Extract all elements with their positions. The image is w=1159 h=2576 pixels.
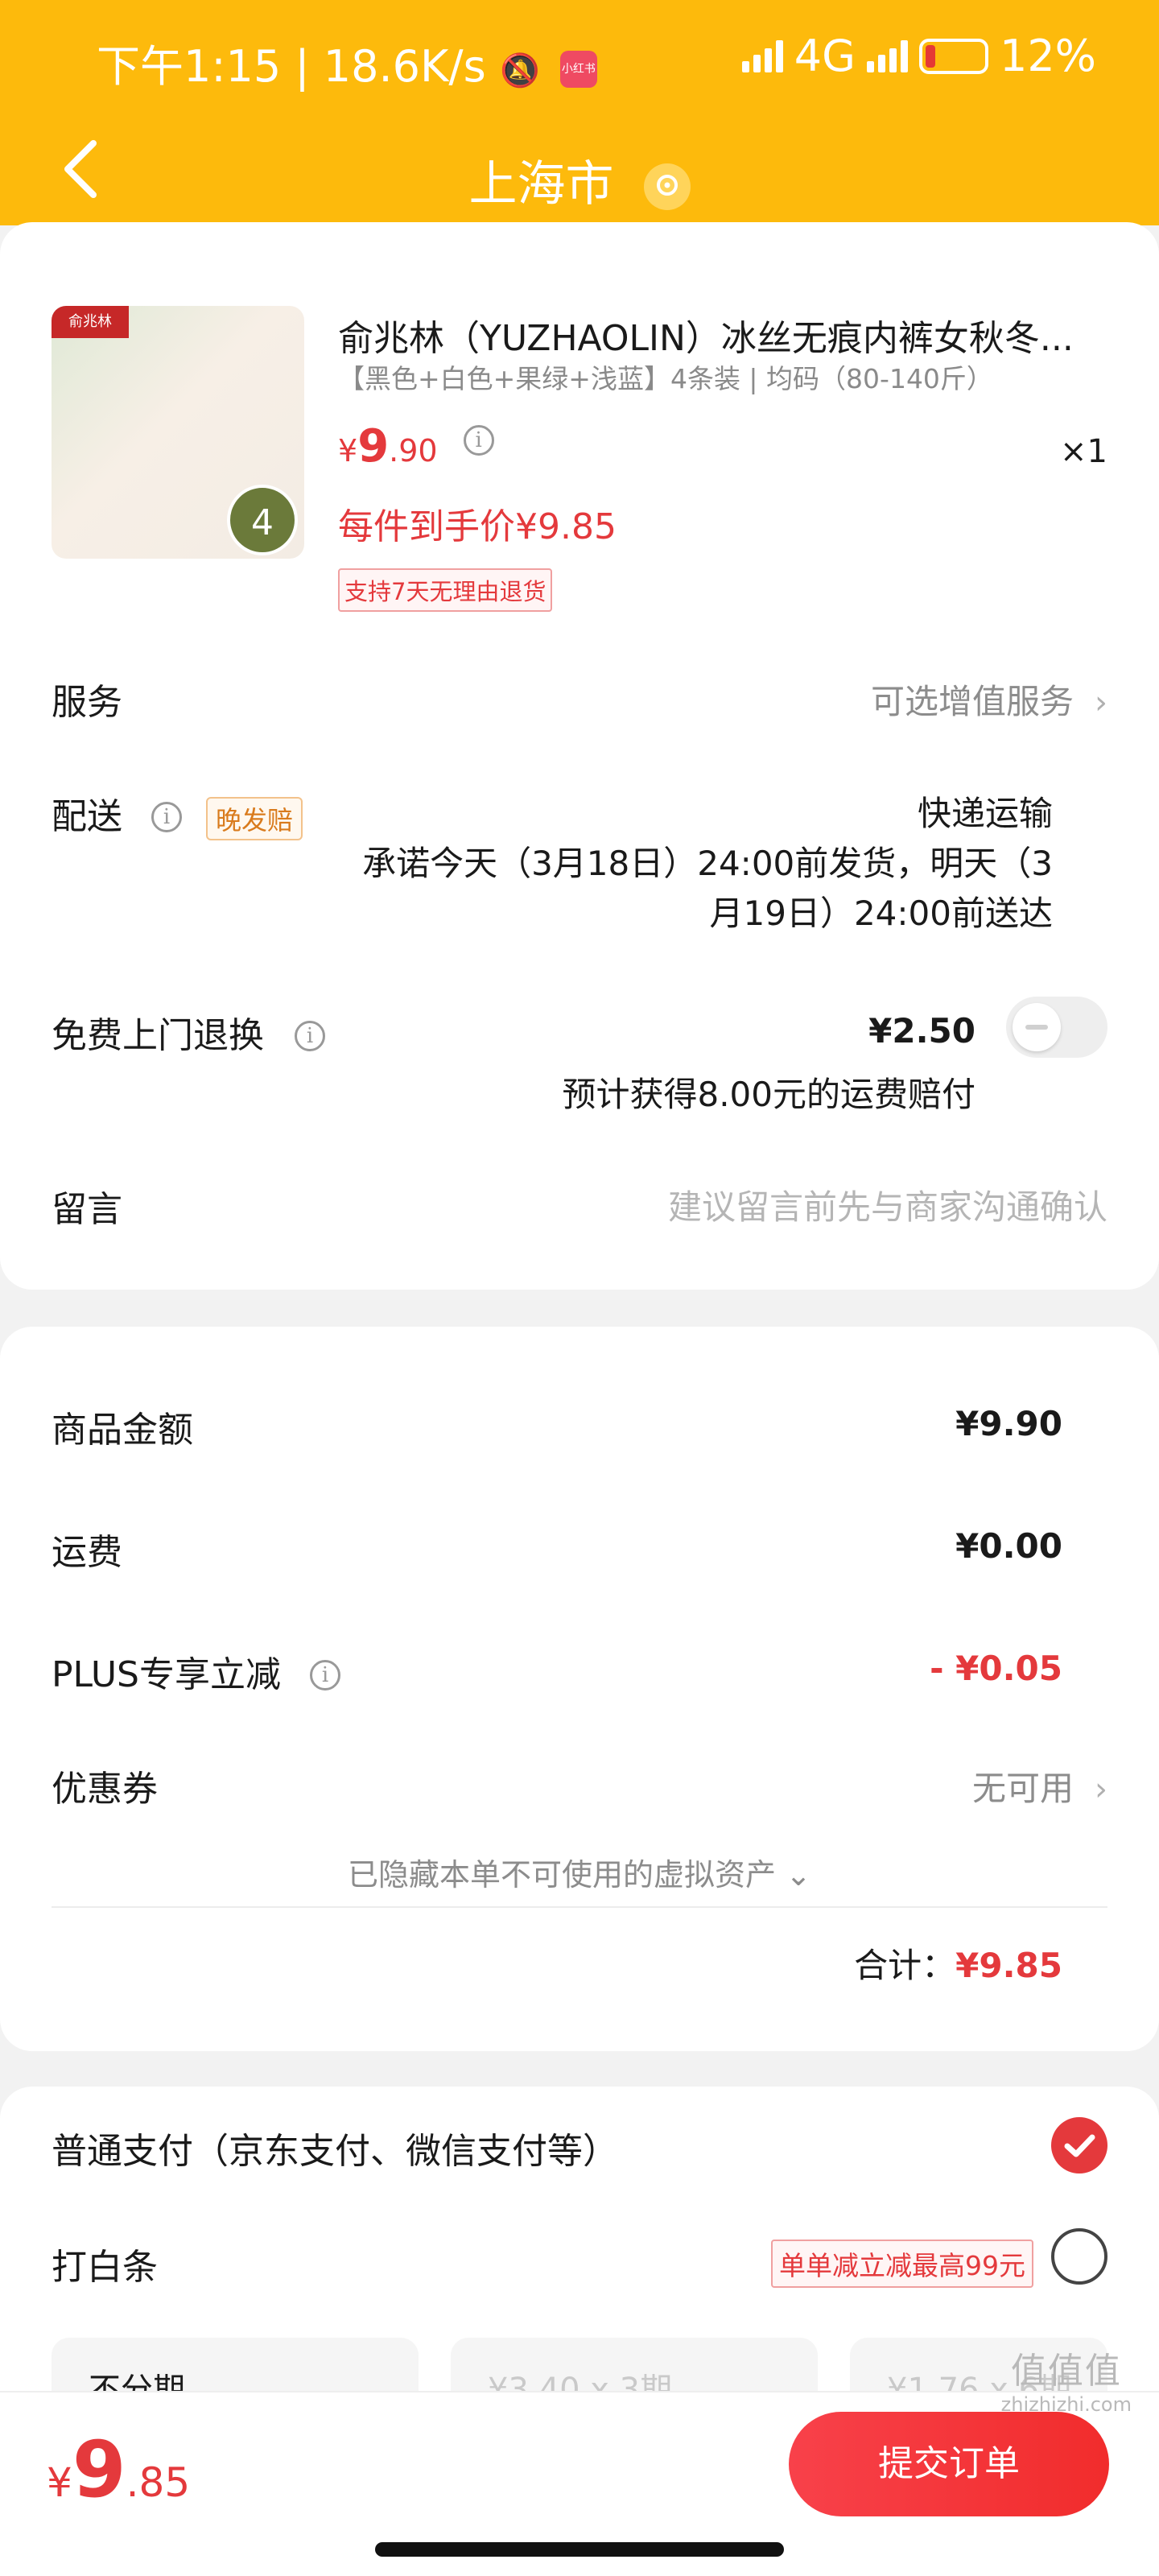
order-item-card: 俞兆林 4 俞兆林（YUZHAOLIN）冰丝无痕内裤女秋冬... 【黑色+白色+… xyxy=(0,222,1159,1290)
shipping-value: ¥0.00 xyxy=(955,1526,1062,1566)
bottom-total-price: ¥9.85 xyxy=(47,2425,190,2515)
price-symbol: ¥ xyxy=(338,433,358,469)
bottom-price-integer: 9 xyxy=(72,2425,126,2515)
location-icon xyxy=(643,163,691,211)
pack-count-badge: 4 xyxy=(227,485,298,555)
battery-icon xyxy=(918,38,988,74)
normal-payment-label[interactable]: 普通支付（京东支付、微信支付等） xyxy=(52,2122,618,2174)
service-selector[interactable]: 可选增值服务 › xyxy=(871,675,1107,724)
coupon-value: 无可用 xyxy=(971,1769,1074,1808)
watermark-url: zhizhizhi.com xyxy=(1000,2392,1132,2416)
baitiao-label[interactable]: 打白条 xyxy=(52,2238,158,2289)
return-service-note: 预计获得8.00元的运费赔付 xyxy=(562,1075,975,1114)
delivery-promise-line1: 承诺今天（3月18日）24:00前发货，明天（3 xyxy=(362,844,1053,883)
delivery-details[interactable]: 快递运输 承诺今天（3月18日）24:00前发货，明天（3 月19日）24:00… xyxy=(362,789,1053,939)
return-service-price: ¥2.50 xyxy=(868,1011,975,1051)
total-value: ¥9.85 xyxy=(955,1946,1062,1985)
hidden-assets-toggle[interactable]: 已隐藏本单不可使用的虚拟资产 ⌄ xyxy=(0,1850,1159,1894)
cell-signal-icon xyxy=(866,39,908,72)
product-image[interactable]: 俞兆林 4 xyxy=(52,306,304,559)
plus-discount-label: PLUS专享立减 xyxy=(52,1654,281,1695)
late-delivery-badge: 晚发赔 xyxy=(206,797,303,840)
mute-icon: 🔕 xyxy=(499,52,540,89)
hidden-assets-text: 已隐藏本单不可使用的虚拟资产 xyxy=(348,1857,777,1893)
plus-info-icon[interactable]: i xyxy=(310,1660,340,1690)
bottom-action-bar: ¥9.85 提交订单 xyxy=(0,2391,1159,2576)
goods-amount-value: ¥9.90 xyxy=(955,1404,1062,1443)
delivery-label: 配送 xyxy=(52,796,122,837)
shipping-label: 运费 xyxy=(52,1532,122,1573)
total-row: 合计：¥9.85 xyxy=(854,1938,1062,1988)
chevron-right-icon: › xyxy=(1095,684,1107,721)
watermark: 值值值 zhizhizhi.com xyxy=(1001,2351,1132,2417)
delivery-promise-line2: 月19日）24:00前送达 xyxy=(709,894,1053,933)
price-summary-card: 商品金额 ¥9.90 运费 ¥0.00 PLUS专享立减 i - ¥0.05 优… xyxy=(0,1327,1159,2051)
baitiao-radio[interactable] xyxy=(1051,2228,1107,2285)
service-label: 服务 xyxy=(52,682,122,723)
price-info-icon[interactable]: i xyxy=(463,425,494,456)
wifi-signal-icon xyxy=(741,39,783,72)
product-brand-logo: 俞兆林 xyxy=(52,306,129,338)
baitiao-promo-tag: 单单减立减最高99元 xyxy=(771,2240,1033,2288)
chevron-right-icon: › xyxy=(1095,1771,1107,1808)
app-badge-icon: 小红书 xyxy=(559,51,597,89)
message-input[interactable]: 建议留言前先与商家沟通确认 xyxy=(668,1180,1107,1229)
plus-discount-value: - ¥0.05 xyxy=(930,1649,1062,1688)
status-bar: 下午1:15 | 18.6K/s 🔕 小红书 4G 12% xyxy=(0,0,1159,113)
total-label: 合计： xyxy=(854,1946,956,1985)
coupon-selector[interactable]: 无可用 › xyxy=(972,1761,1107,1810)
watermark-text: 值值值 xyxy=(1010,2351,1122,2392)
plus-discount-label-group: PLUS专享立减 i xyxy=(52,1645,340,1697)
message-label: 留言 xyxy=(52,1189,122,1230)
home-indicator[interactable] xyxy=(375,2542,784,2557)
product-title[interactable]: 俞兆林（YUZHAOLIN）冰丝无痕内裤女秋冬... xyxy=(338,309,1111,361)
product-price: ¥9.90 i xyxy=(338,420,494,473)
return-service-label: 免费上门退换 xyxy=(52,1015,264,1056)
return-service-toggle[interactable] xyxy=(1006,997,1107,1058)
bottom-price-symbol: ¥ xyxy=(47,2459,72,2506)
status-right: 4G 12% xyxy=(741,31,1096,81)
page-title[interactable]: 上海市 xyxy=(0,145,1159,215)
product-quantity: ×1 xyxy=(1060,433,1107,470)
return-policy-tag: 支持7天无理由退货 xyxy=(338,568,553,612)
submit-order-button[interactable]: 提交订单 xyxy=(789,2412,1109,2516)
product-spec: 【黑色+白色+果绿+浅蓝】4条装 | 均码（80-140斤） xyxy=(338,363,993,394)
nav-row: 上海市 xyxy=(0,113,1159,225)
service-value: 可选增值服务 xyxy=(870,682,1074,721)
delivery-label-group: 配送 i 晚发赔 xyxy=(52,787,303,840)
delivery-info-icon[interactable]: i xyxy=(151,802,182,832)
status-time: 下午1:15 | 18.6K/s 🔕 小红书 xyxy=(97,31,597,94)
bottom-price-decimal: .85 xyxy=(126,2459,191,2506)
delivery-method: 快递运输 xyxy=(917,794,1053,833)
top-header: 下午1:15 | 18.6K/s 🔕 小红书 4G 12% 上海市 xyxy=(0,0,1159,225)
price-integer: 9 xyxy=(357,420,390,473)
return-info-icon[interactable]: i xyxy=(295,1021,325,1051)
goods-amount-label: 商品金额 xyxy=(52,1410,193,1451)
chevron-down-icon: ⌄ xyxy=(786,1857,811,1893)
normal-payment-check-icon[interactable] xyxy=(1051,2117,1107,2174)
status-time-text: 下午1:15 | 18.6K/s xyxy=(97,41,486,92)
network-type: 4G xyxy=(794,31,856,81)
unit-price: 每件到手价¥9.85 xyxy=(338,506,617,547)
city-label: 上海市 xyxy=(468,156,614,213)
price-decimal: .90 xyxy=(389,433,438,469)
coupon-label: 优惠券 xyxy=(52,1769,158,1810)
summary-divider xyxy=(52,1906,1107,1908)
return-service-label-group: 免费上门退换 i xyxy=(52,1006,325,1058)
battery-percent: 12% xyxy=(999,31,1096,81)
payment-card: 普通支付（京东支付、微信支付等） 打白条 单单减立减最高99元 不分期 ¥3.4… xyxy=(0,2087,1159,2434)
